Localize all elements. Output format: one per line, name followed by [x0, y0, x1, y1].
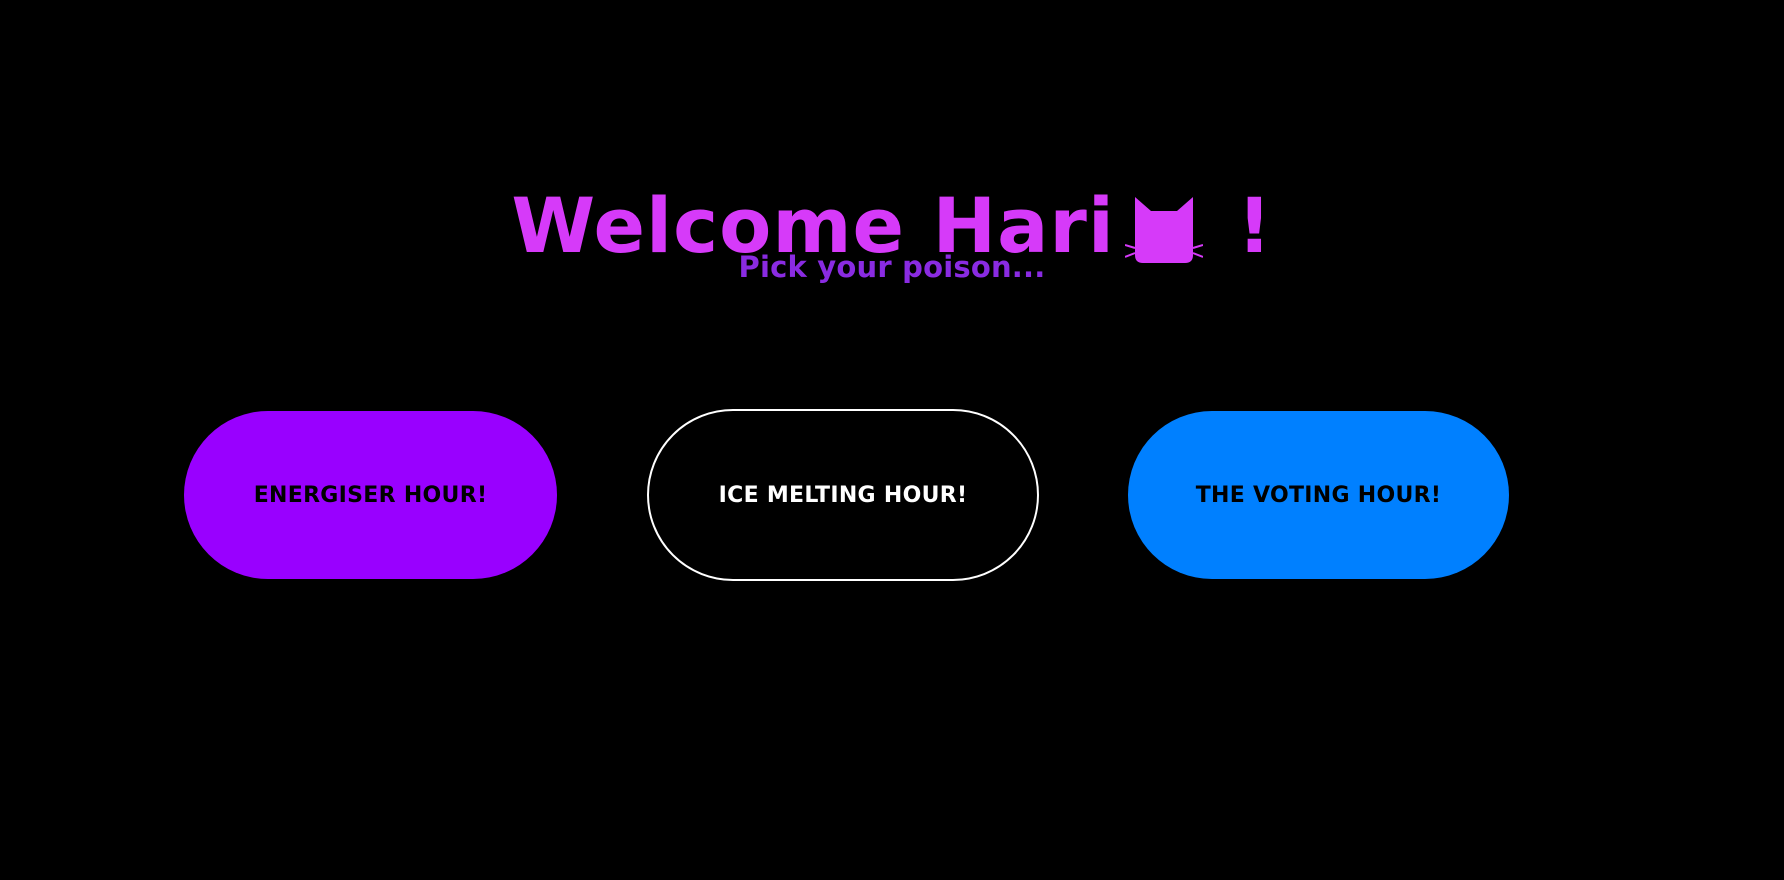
energiser-hour-button[interactable]: ENERGISER HOUR! — [184, 411, 557, 579]
page-subtitle: Pick your poison... — [738, 250, 1046, 284]
ice-melting-hour-button[interactable]: ICE MELTING HOUR! — [647, 409, 1039, 581]
voting-hour-button[interactable]: THE VOTING HOUR! — [1128, 411, 1509, 579]
